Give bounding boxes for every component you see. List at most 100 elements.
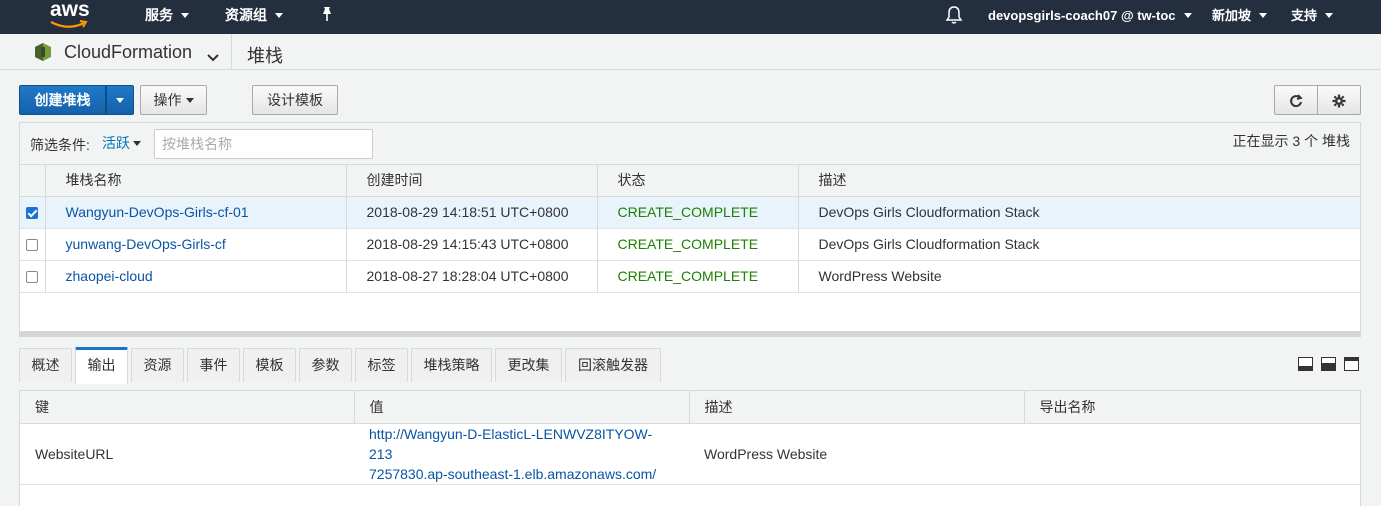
stack-name-link[interactable]: Wangyun-DevOps-Girls-cf-01 bbox=[66, 204, 249, 220]
stack-name-link[interactable]: zhaopei-cloud bbox=[66, 268, 153, 284]
notifications-bell-icon[interactable] bbox=[945, 5, 963, 28]
table-row[interactable]: yunwang-DevOps-Girls-cf 2018-08-29 14:15… bbox=[20, 228, 1360, 261]
description-cell: WordPress Website bbox=[798, 260, 1360, 293]
status-cell: CREATE_COMPLETE bbox=[597, 260, 799, 293]
filter-bar: 筛选条件: 活跃 正在显示 3 个 堆栈 bbox=[20, 123, 1360, 165]
chevron-down-icon bbox=[133, 140, 141, 146]
stacks-panel: 筛选条件: 活跃 正在显示 3 个 堆栈 堆栈名称 创建时间 状态 描述 Wan… bbox=[19, 122, 1361, 336]
cloudformation-icon bbox=[35, 43, 51, 64]
table-row: WebsiteURL http://Wangyun-D-ElasticL-LEN… bbox=[20, 423, 1360, 485]
outputs-table: 键 值 描述 导出名称 WebsiteURL http://Wangyun-D-… bbox=[20, 391, 1360, 485]
created-time-cell: 2018-08-29 14:15:43 UTC+0800 bbox=[346, 228, 598, 261]
support-label: 支持 bbox=[1291, 8, 1318, 23]
chevron-down-icon bbox=[181, 12, 189, 18]
output-export-name-cell bbox=[1024, 423, 1360, 485]
description-cell: DevOps Girls Cloudformation Stack bbox=[798, 196, 1360, 229]
tab-tags[interactable]: 标签 bbox=[355, 348, 408, 382]
services-label: 服务 bbox=[145, 7, 173, 23]
region-menu[interactable]: 新加坡 bbox=[1212, 0, 1268, 34]
status-cell: CREATE_COMPLETE bbox=[597, 196, 799, 229]
stacks-table: 堆栈名称 创建时间 状态 描述 Wangyun-DevOps-Girls-cf-… bbox=[20, 165, 1360, 293]
create-stack-button[interactable]: 创建堆栈 bbox=[19, 85, 106, 115]
refresh-button[interactable] bbox=[1274, 85, 1318, 115]
service-header-bar: CloudFormation 堆栈 bbox=[0, 34, 1381, 70]
service-name[interactable]: CloudFormation bbox=[64, 42, 192, 63]
chevron-down-icon bbox=[275, 12, 283, 18]
output-value-line-2: 7257830.ap-southeast-1.elb.amazonaws.com… bbox=[369, 465, 657, 482]
panel-resize-handle[interactable] bbox=[19, 331, 1361, 337]
chevron-down-icon bbox=[185, 97, 194, 103]
stack-name-link[interactable]: yunwang-DevOps-Girls-cf bbox=[66, 236, 226, 252]
stack-name-search-input[interactable] bbox=[154, 129, 373, 159]
created-time-cell: 2018-08-27 18:28:04 UTC+0800 bbox=[346, 260, 598, 293]
account-menu[interactable]: devopsgirls-coach07 @ tw-toc bbox=[988, 0, 1192, 34]
output-key-cell: WebsiteURL bbox=[20, 423, 354, 485]
half-panel-icon[interactable] bbox=[1321, 357, 1336, 371]
pin-icon[interactable] bbox=[320, 6, 334, 25]
outputs-panel: 键 值 描述 导出名称 WebsiteURL http://Wangyun-D-… bbox=[19, 390, 1361, 506]
create-stack-dropdown-button[interactable] bbox=[106, 85, 134, 115]
status-cell: CREATE_COMPLETE bbox=[597, 228, 799, 261]
design-template-button[interactable]: 设计模板 bbox=[252, 85, 338, 115]
output-value-line-1: http://Wangyun-D-ElasticL-LENWVZ8ITYOW-2… bbox=[369, 425, 653, 462]
region-label: 新加坡 bbox=[1212, 8, 1252, 23]
chevron-down-icon bbox=[1325, 12, 1334, 18]
filter-label: 筛选条件: bbox=[30, 137, 90, 153]
column-header-export-name: 导出名称 bbox=[1024, 391, 1360, 424]
maximize-panel-icon[interactable] bbox=[1344, 357, 1359, 371]
tab-overview[interactable]: 概述 bbox=[19, 348, 72, 382]
tab-rollback-triggers[interactable]: 回滚触发器 bbox=[565, 348, 661, 382]
table-row[interactable]: zhaopei-cloud 2018-08-27 18:28:04 UTC+08… bbox=[20, 260, 1360, 293]
tab-template[interactable]: 模板 bbox=[243, 348, 296, 382]
resource-groups-menu[interactable]: 资源组 bbox=[225, 0, 283, 34]
column-header-key: 键 bbox=[20, 391, 355, 424]
service-switcher-chevron-icon[interactable] bbox=[207, 49, 219, 65]
column-header-status[interactable]: 状态 bbox=[597, 165, 799, 197]
chevron-down-icon bbox=[116, 97, 124, 103]
breadcrumb: 堆栈 bbox=[247, 46, 283, 66]
aws-logo-text: aws bbox=[50, 0, 90, 21]
tab-change-sets[interactable]: 更改集 bbox=[495, 348, 562, 382]
column-header-value: 值 bbox=[354, 391, 690, 424]
tab-resources[interactable]: 资源 bbox=[131, 348, 184, 382]
support-menu[interactable]: 支持 bbox=[1291, 0, 1334, 34]
services-menu[interactable]: 服务 bbox=[145, 0, 189, 34]
outputs-table-header: 键 值 描述 导出名称 bbox=[20, 391, 1360, 424]
resource-groups-label: 资源组 bbox=[225, 7, 267, 23]
output-value-link[interactable]: http://Wangyun-D-ElasticL-LENWVZ8ITYOW-2… bbox=[369, 424, 674, 484]
table-row[interactable]: Wangyun-DevOps-Girls-cf-01 2018-08-29 14… bbox=[20, 196, 1360, 229]
tab-events[interactable]: 事件 bbox=[187, 348, 240, 382]
header-checkbox-cell bbox=[20, 165, 46, 197]
column-header-description[interactable]: 描述 bbox=[798, 165, 1360, 197]
column-header-created-time[interactable]: 创建时间 bbox=[346, 165, 598, 197]
service-bar-divider bbox=[231, 34, 232, 70]
actions-label: 操作 bbox=[153, 92, 182, 108]
created-time-cell: 2018-08-29 14:18:51 UTC+0800 bbox=[346, 196, 598, 229]
account-label: devopsgirls-coach07 @ tw-toc bbox=[988, 8, 1176, 23]
description-cell: DevOps Girls Cloudformation Stack bbox=[798, 228, 1360, 261]
filter-status-dropdown[interactable]: 活跃 bbox=[102, 133, 141, 153]
column-header-output-description: 描述 bbox=[689, 391, 1025, 424]
minimize-panel-icon[interactable] bbox=[1298, 357, 1313, 371]
refresh-icon bbox=[1290, 94, 1303, 108]
row-checkbox[interactable] bbox=[26, 239, 39, 252]
row-checkbox[interactable] bbox=[26, 271, 39, 284]
row-checkbox-cell bbox=[20, 260, 46, 293]
actions-button[interactable]: 操作 bbox=[140, 85, 207, 115]
output-description-cell: WordPress Website bbox=[689, 423, 1024, 485]
stacks-table-header: 堆栈名称 创建时间 状态 描述 bbox=[20, 165, 1360, 197]
tab-outputs[interactable]: 输出 bbox=[75, 347, 128, 384]
aws-smile-icon bbox=[50, 20, 88, 28]
row-checkbox-cell bbox=[20, 196, 46, 229]
aws-logo[interactable]: aws bbox=[48, 0, 92, 34]
chevron-down-icon bbox=[1183, 12, 1192, 18]
top-navigation-bar: aws 服务 资源组 devopsgirls-coach07 @ tw-toc … bbox=[0, 0, 1381, 34]
gear-icon bbox=[1332, 94, 1346, 108]
stack-count-text: 正在显示 3 个 堆栈 bbox=[1232, 133, 1350, 149]
settings-button[interactable] bbox=[1318, 85, 1361, 115]
column-header-stack-name[interactable]: 堆栈名称 bbox=[45, 165, 347, 197]
row-checkbox[interactable] bbox=[26, 207, 39, 220]
tab-stack-policy[interactable]: 堆栈策略 bbox=[411, 348, 492, 382]
tab-parameters[interactable]: 参数 bbox=[299, 348, 352, 382]
chevron-down-icon bbox=[1259, 12, 1268, 18]
